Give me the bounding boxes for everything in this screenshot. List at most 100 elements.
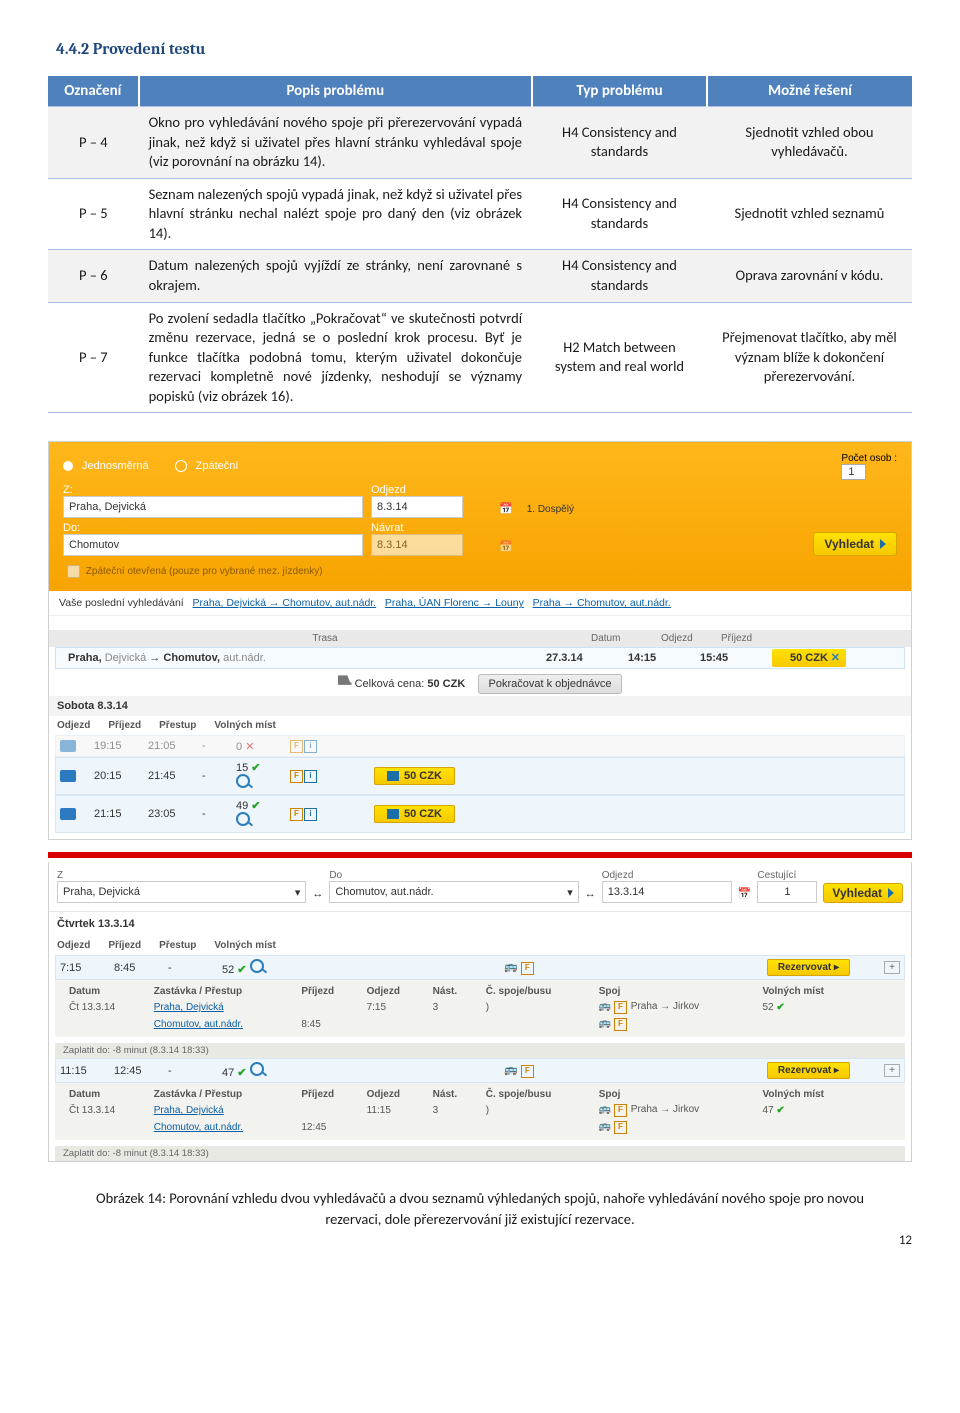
cell-fix: Oprava zarovnání v kódu. [707, 250, 912, 302]
price-button[interactable]: 50 CZK [374, 805, 455, 823]
cart-total-label: Celková cena: [355, 678, 425, 690]
history-link[interactable]: Praha, ÚAN Florenc → Louny [385, 597, 524, 609]
from-label2: Z [57, 870, 306, 881]
th-desc: Popis problému [139, 76, 532, 107]
search-button-label: Vyhledat [824, 537, 874, 551]
bus-icon [60, 740, 76, 752]
date-input2[interactable]: 13.3.14 [602, 881, 732, 903]
persons-select[interactable]: 1 [841, 464, 865, 480]
return-date-input[interactable]: 8.3.14 [371, 534, 463, 556]
cell-type: H4 Consistency and standards [532, 107, 707, 179]
cell-arr: 21:05 [148, 740, 188, 752]
magnify-icon[interactable] [250, 959, 264, 973]
cart-icon [387, 809, 399, 819]
bus-icon [60, 808, 76, 820]
from-input[interactable]: Praha, Dejvická [63, 496, 363, 518]
reserve-button[interactable]: Rezervovat ▸ [767, 1062, 850, 1079]
radio-oneway-label: Jednosměrná [82, 460, 149, 472]
cell-seats: 15 ✔ [236, 761, 276, 791]
cell-type: H4 Consistency and standards [532, 178, 707, 250]
to-input2[interactable]: Chomutov, aut.nádr.▾ [329, 881, 578, 903]
pax-input2[interactable]: 1 [757, 881, 817, 903]
persons-label: Počet osob : [841, 453, 897, 464]
th-fix: Možné řešení [707, 76, 912, 107]
depart-date-input[interactable]: 8.3.14 [371, 496, 463, 518]
cell-trans: - [168, 1065, 208, 1077]
magnify-icon[interactable] [236, 812, 250, 826]
to-input[interactable]: Chomutov [63, 534, 363, 556]
price-button[interactable]: 50 CZK [374, 767, 455, 785]
schedule-row: 19:1521:05-0 ✕Fi [55, 735, 905, 757]
from-input2[interactable]: Praha, Dejvická▾ [57, 881, 306, 903]
section-heading: 4.4.2 Provedení testu [56, 40, 912, 58]
th-id: Označení [48, 76, 139, 107]
cell-dep: 7:15 [60, 962, 100, 974]
radio-return-label: Zpáteční [196, 460, 239, 472]
cart-icon [338, 675, 352, 687]
openreturn-checkbox[interactable] [67, 565, 80, 578]
cell-trans: - [168, 962, 208, 974]
screenshot-top: Jednosměrná Zpáteční Počet osob : 1 Z: P… [48, 441, 912, 840]
play-icon [880, 539, 886, 549]
cell-dep: 19:15 [94, 740, 134, 752]
radio-oneway-icon[interactable] [63, 461, 73, 471]
detail-panel: DatumZastávka / PřestupPříjezdOdjezdNást… [55, 1083, 905, 1140]
cell-seats: 47 ✔ [222, 1062, 272, 1079]
history-link[interactable]: Praha, Dejvická → Chomutov, aut.nádr. [193, 597, 377, 609]
route-to: Chomutov, [163, 652, 223, 664]
bus-icon [60, 770, 76, 782]
schedule-row: 21:1523:05-49 ✔ Fi50 CZK [55, 795, 905, 833]
radio-return-icon[interactable] [175, 460, 187, 472]
cell-dep: 11:15 [60, 1065, 100, 1077]
detail-panel: DatumZastávka / PřestupPříjezdOdjezdNást… [55, 980, 905, 1037]
search-button[interactable]: Vyhledat [813, 532, 897, 556]
history-link[interactable]: Praha → Chomutov, aut.nádr. [533, 597, 671, 609]
route-dep: 14:15 [622, 652, 694, 664]
magnify-icon[interactable] [236, 774, 250, 788]
cell-id: P – 4 [48, 107, 139, 179]
day-heading2: Čtvrtek 13.3.14 [49, 912, 911, 936]
cell-desc: Seznam nalezených spojů vypadá jinak, ne… [139, 178, 532, 250]
cell-trans: - [202, 770, 222, 782]
calendar-icon[interactable]: 📅 [499, 502, 513, 515]
history-label: Vaše poslední vyhledávání [59, 597, 184, 609]
cell-id: P – 7 [48, 302, 139, 413]
magnify-icon[interactable] [250, 1062, 264, 1076]
cart-icon [387, 771, 399, 781]
pay-deadline: Zaplatit do: -8 minut (8.3.14 18:33) [55, 1043, 905, 1058]
cell-arr: 23:05 [148, 808, 188, 820]
screenshot-bottom: Z Praha, Dejvická▾ ↔ Do Chomutov, aut.ná… [48, 862, 912, 1162]
th-odjezd: Odjezd [661, 633, 721, 644]
return-label: Návrat [371, 522, 491, 534]
to-label2: Do [329, 870, 578, 881]
close-icon[interactable]: ✕ [831, 651, 840, 664]
pax-label2: Cestující [757, 870, 817, 881]
date-label2: Odjezd [602, 870, 732, 881]
cell-arr: 21:45 [148, 770, 188, 782]
search-button2[interactable]: Vyhledat [823, 883, 903, 903]
cell-id: P – 5 [48, 178, 139, 250]
depart-label: Odjezd [371, 484, 491, 496]
route-arr: 15:45 [694, 652, 766, 664]
route-row: Praha, Dejvická → Chomutov, aut.nádr. 27… [55, 647, 905, 669]
expand-button[interactable]: + [884, 1064, 900, 1077]
checkout-button[interactable]: Pokračovat k objednávce [478, 674, 623, 694]
cell-trans: - [202, 808, 222, 820]
play-icon [888, 888, 894, 898]
from-label: Z: [63, 484, 363, 496]
route-from: Praha, [68, 652, 105, 664]
th-trasa: Trasa [59, 633, 591, 644]
red-separator [48, 852, 912, 858]
cell-type: H2 Match between system and real world [532, 302, 707, 413]
cell-dep: 21:15 [94, 808, 134, 820]
figure-caption: Obrázek 14: Porovnání vzhledu dvou vyhle… [88, 1188, 872, 1230]
route-price-pill: 50 CZK ✕ [772, 649, 846, 667]
cell-desc: Datum nalezených spojů vyjíždí ze stránk… [139, 250, 532, 302]
th-type: Typ problému [532, 76, 707, 107]
reserve-button[interactable]: Rezervovat ▸ [767, 959, 850, 976]
cell-seats: 0 ✕ [236, 740, 276, 753]
schedule-row: 20:1521:45-15 ✔ Fi50 CZK [55, 757, 905, 795]
expand-button[interactable]: + [884, 961, 900, 974]
calendar-icon[interactable]: 📅 [738, 887, 752, 900]
day-heading: Sobota 8.3.14 [49, 696, 911, 716]
